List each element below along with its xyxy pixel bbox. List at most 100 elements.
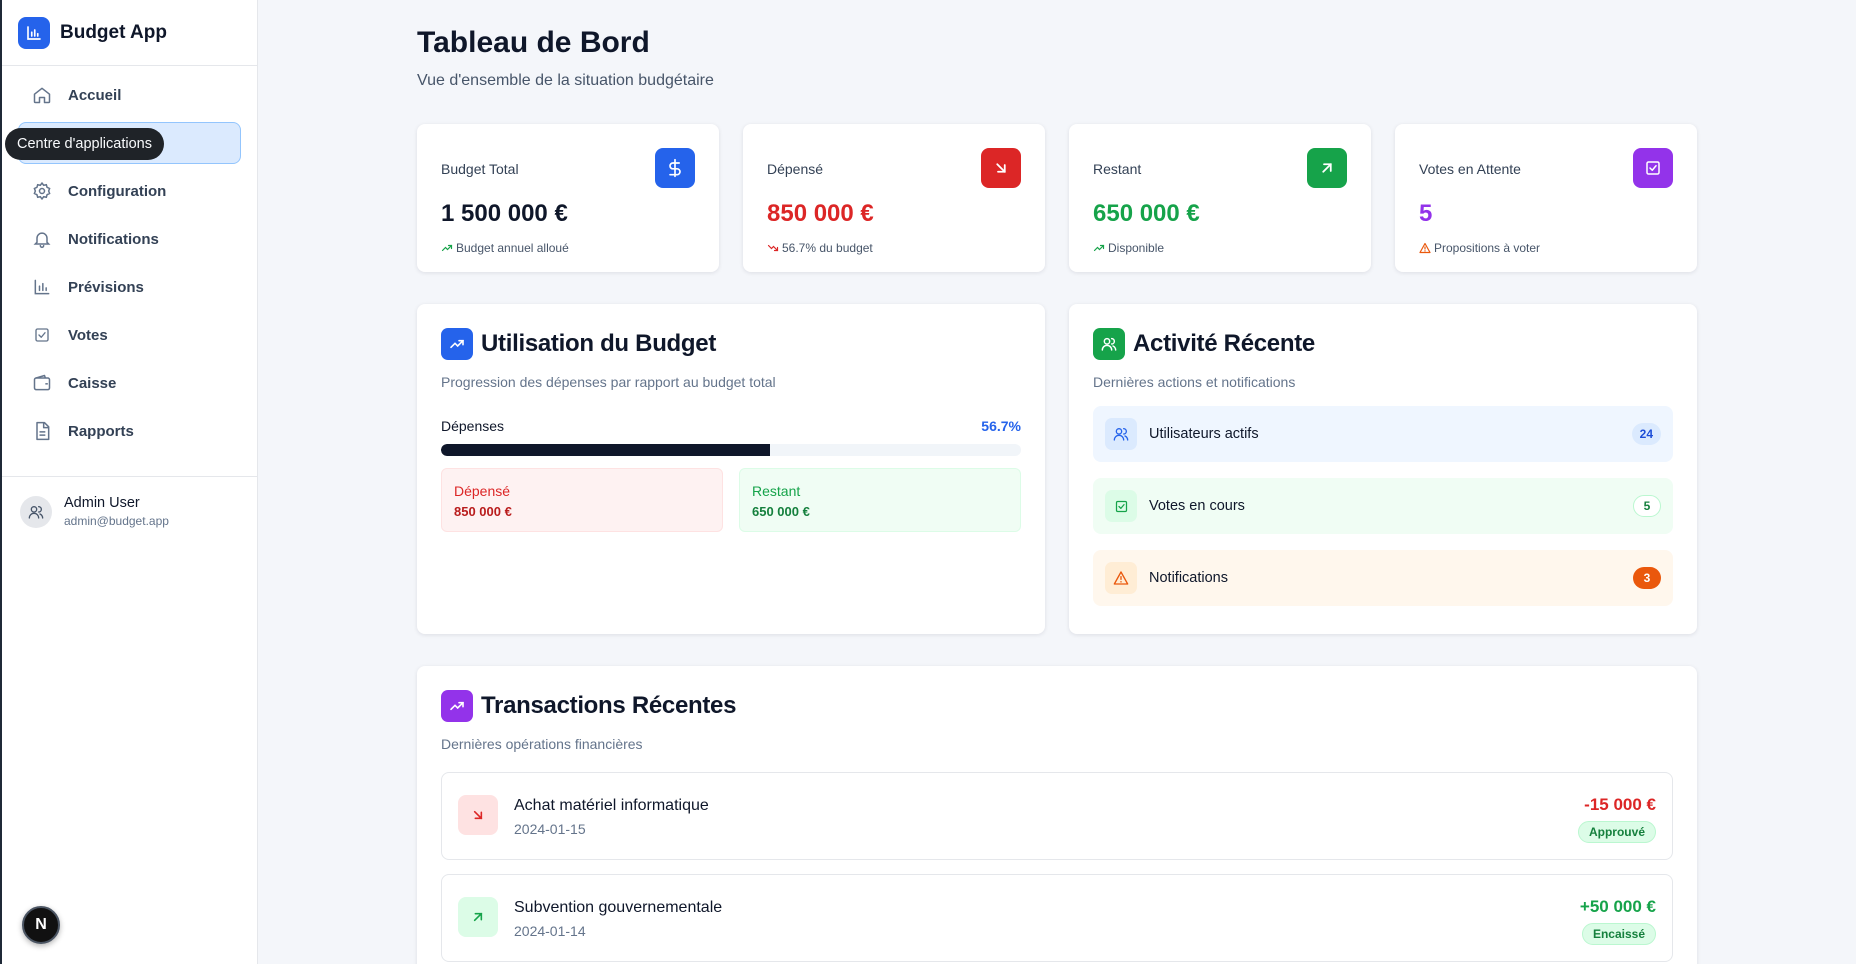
sidebar-item-label: Prévisions <box>68 278 144 296</box>
sidebar-item-accueil[interactable]: Accueil <box>18 74 241 116</box>
bell-icon <box>31 228 53 250</box>
panel-title: Transactions Récentes <box>481 692 737 719</box>
user-name: Admin User <box>64 495 140 511</box>
transaction-date: 2024-01-15 <box>514 821 586 837</box>
home-icon <box>31 84 53 106</box>
activity-item-users[interactable]: Utilisateurs actifs 24 <box>1093 406 1673 462</box>
stat-card-budget-total: Budget Total 1 500 000 € Budget annuel a… <box>417 124 719 272</box>
recent-activity-panel: Activité Récente Dernières actions et no… <box>1069 304 1697 634</box>
spent-value: 850 000 € <box>454 504 512 519</box>
dev-tools-badge[interactable]: N <box>22 906 60 944</box>
stat-card-votes-en-attente: Votes en Attente 5 Propositions à voter <box>1395 124 1697 272</box>
stat-note: Propositions à voter <box>1419 241 1540 255</box>
activity-label: Votes en cours <box>1149 498 1245 514</box>
count-badge: 5 <box>1633 495 1661 517</box>
bar-chart-icon <box>18 16 50 49</box>
count-badge: 3 <box>1633 567 1661 589</box>
sidebar-item-label: Caisse <box>68 374 117 392</box>
trend-up-icon <box>1093 244 1105 252</box>
remaining-label: Restant <box>752 483 801 499</box>
panel-subtitle: Progression des dépenses par rapport au … <box>441 374 776 390</box>
vote-icon <box>1105 490 1137 522</box>
status-badge: Approuvé <box>1577 821 1656 843</box>
stat-note: Budget annuel alloué <box>441 241 569 255</box>
user-email: admin@budget.app <box>64 514 169 528</box>
user-avatar-icon <box>20 495 52 528</box>
sidebar-item-label: Votes <box>68 326 108 344</box>
wallet-icon <box>31 372 53 394</box>
remaining-value: 650 000 € <box>752 504 810 519</box>
progress-bar-fill <box>441 444 770 456</box>
progress-bar <box>441 444 1021 456</box>
panel-title: Utilisation du Budget <box>481 330 717 357</box>
spent-box: Dépensé 850 000 € <box>441 468 723 532</box>
file-icon <box>31 420 53 442</box>
arrow-down-right-icon <box>458 795 498 835</box>
warning-icon <box>1105 562 1137 594</box>
stat-label: Budget Total <box>441 161 519 177</box>
sidebar-item-label: Accueil <box>68 86 122 104</box>
stat-note: Disponible <box>1093 241 1164 255</box>
transaction-row[interactable]: Subvention gouvernementale 2024-01-14 +5… <box>441 874 1673 962</box>
panel-title: Activité Récente <box>1133 330 1315 357</box>
sidebar-item-label: Rapports <box>68 422 134 440</box>
stat-value: 5 <box>1419 200 1433 227</box>
brand[interactable]: Budget App <box>2 0 257 66</box>
status-badge: Encaissé <box>1581 923 1656 945</box>
transaction-amount: -15 000 € <box>1584 795 1656 814</box>
vote-icon <box>31 324 53 346</box>
arrow-down-right-icon <box>981 148 1021 188</box>
users-icon <box>1105 418 1137 450</box>
panel-subtitle: Dernières actions et notifications <box>1093 374 1296 390</box>
app-name: Budget App <box>60 21 167 43</box>
stat-label: Dépensé <box>767 161 824 177</box>
sidebar-item-label: Notifications <box>68 230 159 248</box>
stat-note: 56.7% du budget <box>767 241 873 255</box>
sidebar-item-previsions[interactable]: Prévisions <box>18 266 241 308</box>
sidebar-item-configuration[interactable]: Configuration <box>18 170 241 212</box>
activity-label: Utilisateurs actifs <box>1149 426 1259 442</box>
page-subtitle: Vue d'ensemble de la situation budgétair… <box>417 72 714 89</box>
stat-value: 850 000 € <box>767 200 874 227</box>
progress-label: Dépenses <box>441 418 505 434</box>
sidebar-item-votes[interactable]: Votes <box>18 314 241 356</box>
transaction-title: Subvention gouvernementale <box>514 899 723 916</box>
page-title: Tableau de Bord <box>417 26 650 59</box>
trend-up-icon <box>441 244 453 252</box>
sidebar-item-label: Configuration <box>68 182 167 200</box>
vote-icon <box>1633 148 1673 188</box>
dollar-icon <box>655 148 695 188</box>
stat-label: Restant <box>1093 161 1142 177</box>
arrow-up-right-icon <box>1307 148 1347 188</box>
apps-tooltip: Centre d'applications <box>5 128 164 160</box>
sidebar-item-caisse[interactable]: Caisse <box>18 362 241 404</box>
transaction-date: 2024-01-14 <box>514 923 586 939</box>
stat-value: 1 500 000 € <box>441 200 568 227</box>
stat-value: 650 000 € <box>1093 200 1200 227</box>
trend-down-icon <box>767 244 779 252</box>
activity-item-votes[interactable]: Votes en cours 5 <box>1093 478 1673 534</box>
stat-card-depense: Dépensé 850 000 € 56.7% du budget <box>743 124 1045 272</box>
stat-label: Votes en Attente <box>1419 161 1521 177</box>
user-profile[interactable]: Admin User admin@budget.app <box>2 476 258 528</box>
budget-usage-panel: Utilisation du Budget Progression des dé… <box>417 304 1045 634</box>
recent-transactions-panel: Transactions Récentes Dernières opératio… <box>417 666 1697 964</box>
users-icon <box>1093 328 1125 360</box>
progress-percent: 56.7% <box>981 418 1021 434</box>
stat-card-restant: Restant 650 000 € Disponible <box>1069 124 1371 272</box>
remaining-box: Restant 650 000 € <box>739 468 1021 532</box>
trend-up-icon <box>441 328 473 360</box>
gear-icon <box>31 180 53 202</box>
spent-label: Dépensé <box>454 483 511 499</box>
transaction-amount: +50 000 € <box>1579 897 1656 916</box>
sidebar-item-rapports[interactable]: Rapports <box>18 410 241 452</box>
warning-icon <box>1419 242 1431 254</box>
bar-chart-icon <box>31 276 53 298</box>
activity-label: Notifications <box>1149 570 1228 586</box>
sidebar-nav: Accueil Configuration Notifications Prév… <box>2 66 257 452</box>
transaction-row[interactable]: Achat matériel informatique 2024-01-15 -… <box>441 772 1673 860</box>
arrow-up-right-icon <box>458 897 498 937</box>
transaction-title: Achat matériel informatique <box>514 797 709 814</box>
sidebar-item-notifications[interactable]: Notifications <box>18 218 241 260</box>
activity-item-notifications[interactable]: Notifications 3 <box>1093 550 1673 606</box>
